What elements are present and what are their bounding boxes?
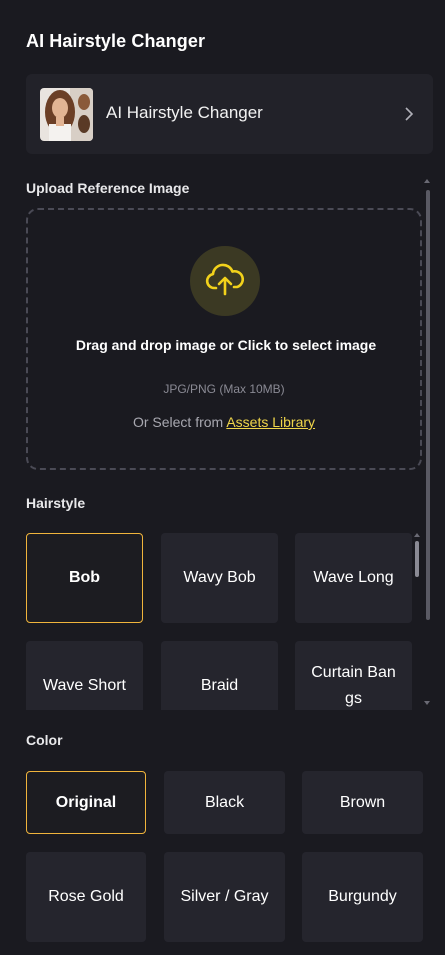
hairstyle-option-curtain-bangs[interactable]: Curtain Bangs — [295, 641, 412, 710]
settings-scroll-area[interactable]: Upload Reference Image Drag and drop ima… — [0, 170, 445, 710]
assets-library-link[interactable]: Assets Library — [226, 414, 315, 430]
hairstyle-section-label: Hairstyle — [26, 495, 86, 511]
hairstyle-option-label: Curtain Bangs — [311, 664, 396, 707]
hairstyle-scroll-up-arrow[interactable] — [414, 533, 420, 537]
upload-section-label: Upload Reference Image — [26, 180, 190, 196]
hairstyle-option-label: Bob — [68, 569, 101, 586]
scroll-up-arrow[interactable] — [424, 179, 430, 183]
color-option-label: Silver / Gray — [180, 888, 269, 905]
upload-instructions: Drag and drop image or Click to select i… — [75, 337, 377, 353]
color-section-label: Color — [26, 732, 63, 748]
upload-icon-circle — [190, 246, 260, 316]
upload-file-hint: JPG/PNG (Max 10MB) — [163, 382, 285, 396]
hairstyle-option-wavy-bob[interactable]: Wavy Bob — [161, 533, 278, 623]
portrait-thumbnail — [40, 88, 93, 141]
hairstyle-option-label: Wavy Bob — [183, 569, 256, 586]
hairstyle-option-braid[interactable]: Braid — [161, 641, 278, 710]
assets-prefix: Or Select from — [132, 414, 227, 430]
chevron-right-icon — [405, 107, 414, 121]
color-option-label: Burgundy — [328, 888, 397, 905]
color-option-label: Original — [55, 793, 117, 811]
hairstyle-option-wave-short[interactable]: Wave Short — [26, 641, 143, 710]
tool-selector-card[interactable]: AI Hairstyle Changer — [26, 74, 433, 154]
hairstyle-option-label: Braid — [200, 677, 239, 694]
color-option-burgundy[interactable]: Burgundy — [302, 852, 423, 942]
panel-title: AI Hairstyle Changer — [26, 31, 206, 51]
scroll-down-arrow[interactable] — [424, 701, 430, 705]
cloud-upload-icon — [205, 263, 244, 296]
color-option-original[interactable]: Original — [26, 771, 146, 834]
hairstyle-option-wave-long[interactable]: Wave Long — [295, 533, 412, 623]
panel-scrollbar-thumb[interactable] — [426, 190, 430, 620]
color-option-label: Black — [204, 793, 245, 811]
hairstyle-option-label: Wave Short — [43, 677, 126, 694]
color-option-brown[interactable]: Brown — [302, 771, 423, 834]
hairstyle-scrollbar-thumb[interactable] — [415, 541, 419, 577]
hairstyle-option-label: Wave Long — [313, 569, 394, 586]
color-option-rose-gold[interactable]: Rose Gold — [26, 852, 146, 942]
color-option-label: Rose Gold — [48, 888, 124, 905]
hairstyle-option-bob[interactable]: Bob — [26, 533, 143, 623]
color-option-label: Brown — [339, 793, 386, 811]
color-option-silver-gray[interactable]: Silver / Gray — [164, 852, 285, 942]
tool-name: AI Hairstyle Changer — [106, 103, 263, 122]
upload-dropzone[interactable]: Drag and drop image or Click to select i… — [26, 208, 422, 470]
assets-library-line: Or Select from Assets Library — [28, 414, 420, 430]
color-option-black[interactable]: Black — [164, 771, 285, 834]
